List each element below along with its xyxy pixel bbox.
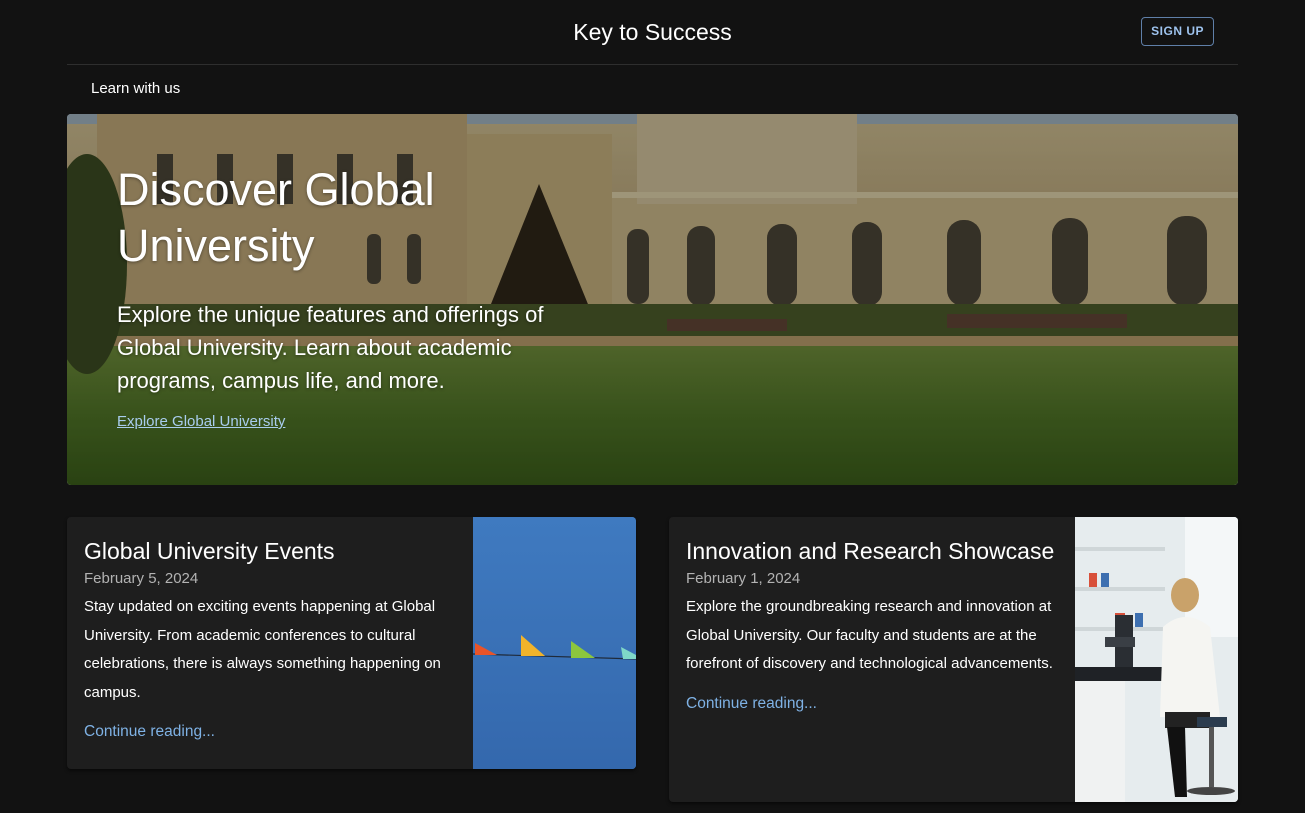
site-header: Key to Success SIGN UP	[67, 0, 1238, 65]
post-description: Stay updated on exciting events happenin…	[84, 598, 441, 701]
sign-up-button[interactable]: SIGN UP	[1141, 17, 1214, 46]
post-image-bunting-flags	[473, 517, 636, 769]
post-date: February 1, 2024	[686, 570, 801, 587]
post-card-research[interactable]: Innovation and Research Showcase Februar…	[669, 517, 1238, 802]
hero-title: Discover Global University	[117, 164, 435, 271]
post-title: Innovation and Research Showcase	[686, 538, 1055, 564]
page: Key to Success SIGN UP Learn with us Dis…	[0, 0, 1305, 813]
post-card-body: Innovation and Research Showcase Februar…	[686, 535, 1061, 713]
post-card-events[interactable]: Global University Events February 5, 202…	[67, 517, 636, 769]
post-card-body: Global University Events February 5, 202…	[84, 535, 459, 741]
post-image-scientist-microscope	[1075, 517, 1238, 802]
post-description: Explore the groundbreaking research and …	[686, 598, 1053, 672]
main-container: Key to Success SIGN UP Learn with us Dis…	[67, 0, 1238, 802]
nav-link-learn-with-us[interactable]: Learn with us	[91, 80, 180, 97]
continue-reading-link[interactable]: Continue reading...	[686, 695, 817, 713]
continue-reading-link[interactable]: Continue reading...	[84, 723, 215, 741]
hero-banner: Discover Global University Explore the u…	[67, 114, 1238, 485]
hero-description: Explore the unique features and offering…	[117, 302, 544, 393]
hero-content: Discover Global University Explore the u…	[117, 162, 617, 431]
explore-global-university-link[interactable]: Explore Global University	[117, 413, 285, 430]
site-title: Key to Success	[573, 19, 732, 45]
post-date: February 5, 2024	[84, 570, 199, 587]
post-title: Global University Events	[84, 538, 335, 564]
nav-toolbar: Learn with us	[91, 78, 180, 100]
